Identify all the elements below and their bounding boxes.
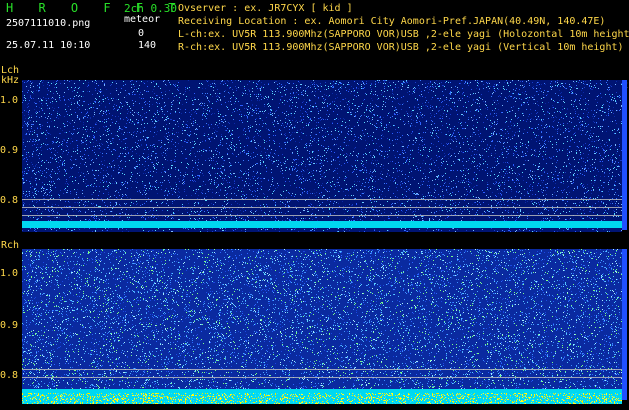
l-reference-line [22,215,622,216]
r-baseline-band [22,389,622,404]
image-filename: 2507111010.png [6,18,90,29]
location-line: Receiving Location : ex. Aomori City Aom… [178,16,605,27]
r-reference-line [22,377,622,378]
l-reference-line [22,199,622,200]
l-channel-spectrogram [22,80,622,232]
l-baseline-band [22,221,622,228]
l-reference-line [22,207,622,208]
l-edge-column [622,80,627,230]
meteor-label: meteor [124,14,160,25]
l-ytick: 0.8 [0,195,18,206]
l-meteor-count: 0 [138,28,144,39]
l-ytick: 1.0 [0,95,18,106]
r-ytick: 1.0 [0,268,18,279]
r-channel-label: Rch [1,240,19,251]
r-baseline-pattern [22,393,622,404]
timestamp: 25.07.11 10:10 [6,40,90,51]
l-unit-label: kHz [1,75,19,86]
r-ytick: 0.8 [0,370,18,381]
l-channel-line: L-ch:ex. UV5R 113.900Mhz(SAPPORO VOR)USB… [178,29,629,40]
observer-line: Ovserver : ex. JR7CYX [ kid ] [178,3,353,14]
r-ytick: 0.9 [0,320,18,331]
r-edge-column [622,249,627,400]
r-reference-line [22,369,622,370]
r-channel-line: R-ch:ex. UV5R 113.900Mhz(SAPPORO VOR)USB… [178,42,624,53]
l-spectrogram-canvas [22,80,622,232]
r-meteor-count: 140 [138,40,156,51]
l-ytick: 0.9 [0,145,18,156]
